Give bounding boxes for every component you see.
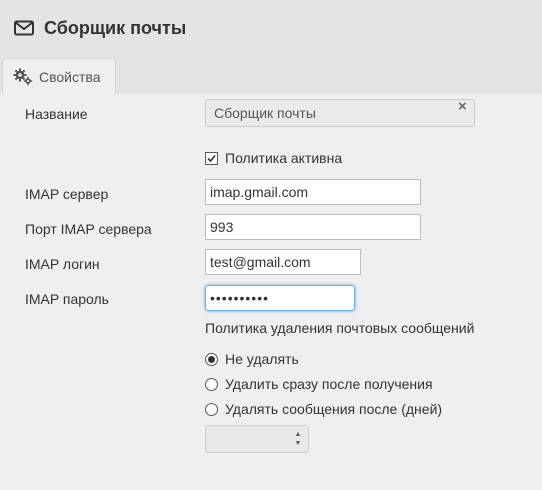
imap-port-input[interactable]: 993	[205, 214, 421, 240]
name-field[interactable]: Сборщик почты	[205, 99, 475, 127]
policy-active-row[interactable]: Политика активна	[205, 150, 342, 166]
radio-option-delete-after-days[interactable]: Удалять сообщения после (дней)	[205, 401, 442, 417]
gears-icon	[13, 68, 33, 86]
imap-port-label: Порт IMAP сервера	[25, 221, 152, 237]
spinner-up-icon[interactable]: ▲	[295, 431, 302, 438]
tab-properties-label: Свойства	[39, 68, 101, 85]
deletion-policy-title: Политика удаления почтовых сообщений	[205, 320, 475, 336]
policy-active-checkbox[interactable]	[205, 151, 218, 165]
imap-login-input[interactable]: test@gmail.com	[205, 249, 361, 275]
imap-server-input[interactable]: imap.gmail.com	[205, 179, 421, 205]
radio-delete-immediately[interactable]	[205, 377, 218, 391]
page-header: Сборщик почты	[0, 0, 542, 56]
imap-password-label: IMAP пароль	[25, 291, 109, 307]
imap-password-input[interactable]: ••••••••••	[205, 285, 355, 311]
radio-keep-label: Не удалять	[225, 351, 299, 367]
spinner-down-icon[interactable]: ▼	[295, 440, 302, 447]
spinner-arrows[interactable]: ▲ ▼	[294, 431, 302, 447]
radio-delete-after-days[interactable]	[205, 402, 218, 416]
radio-delete-immediately-label: Удалить сразу после получения	[225, 376, 433, 392]
imap-login-label: IMAP логин	[25, 256, 100, 272]
page-title: Сборщик почты	[44, 17, 187, 38]
policy-active-label: Политика активна	[225, 150, 343, 166]
tab-properties[interactable]: Свойства	[2, 58, 116, 94]
radio-keep[interactable]	[205, 352, 218, 366]
imap-server-label: IMAP сервер	[25, 186, 109, 202]
clear-icon[interactable]: ×	[458, 99, 468, 114]
tab-bar: Свойства	[0, 56, 542, 94]
days-spinner[interactable]: ▲ ▼	[205, 425, 309, 453]
radio-delete-after-days-label: Удалять сообщения после (дней)	[225, 401, 443, 417]
radio-option-keep[interactable]: Не удалять	[205, 351, 299, 367]
radio-option-delete-immediately[interactable]: Удалить сразу после получения	[205, 376, 433, 392]
name-label: Название	[25, 106, 88, 122]
envelope-icon	[14, 20, 34, 36]
